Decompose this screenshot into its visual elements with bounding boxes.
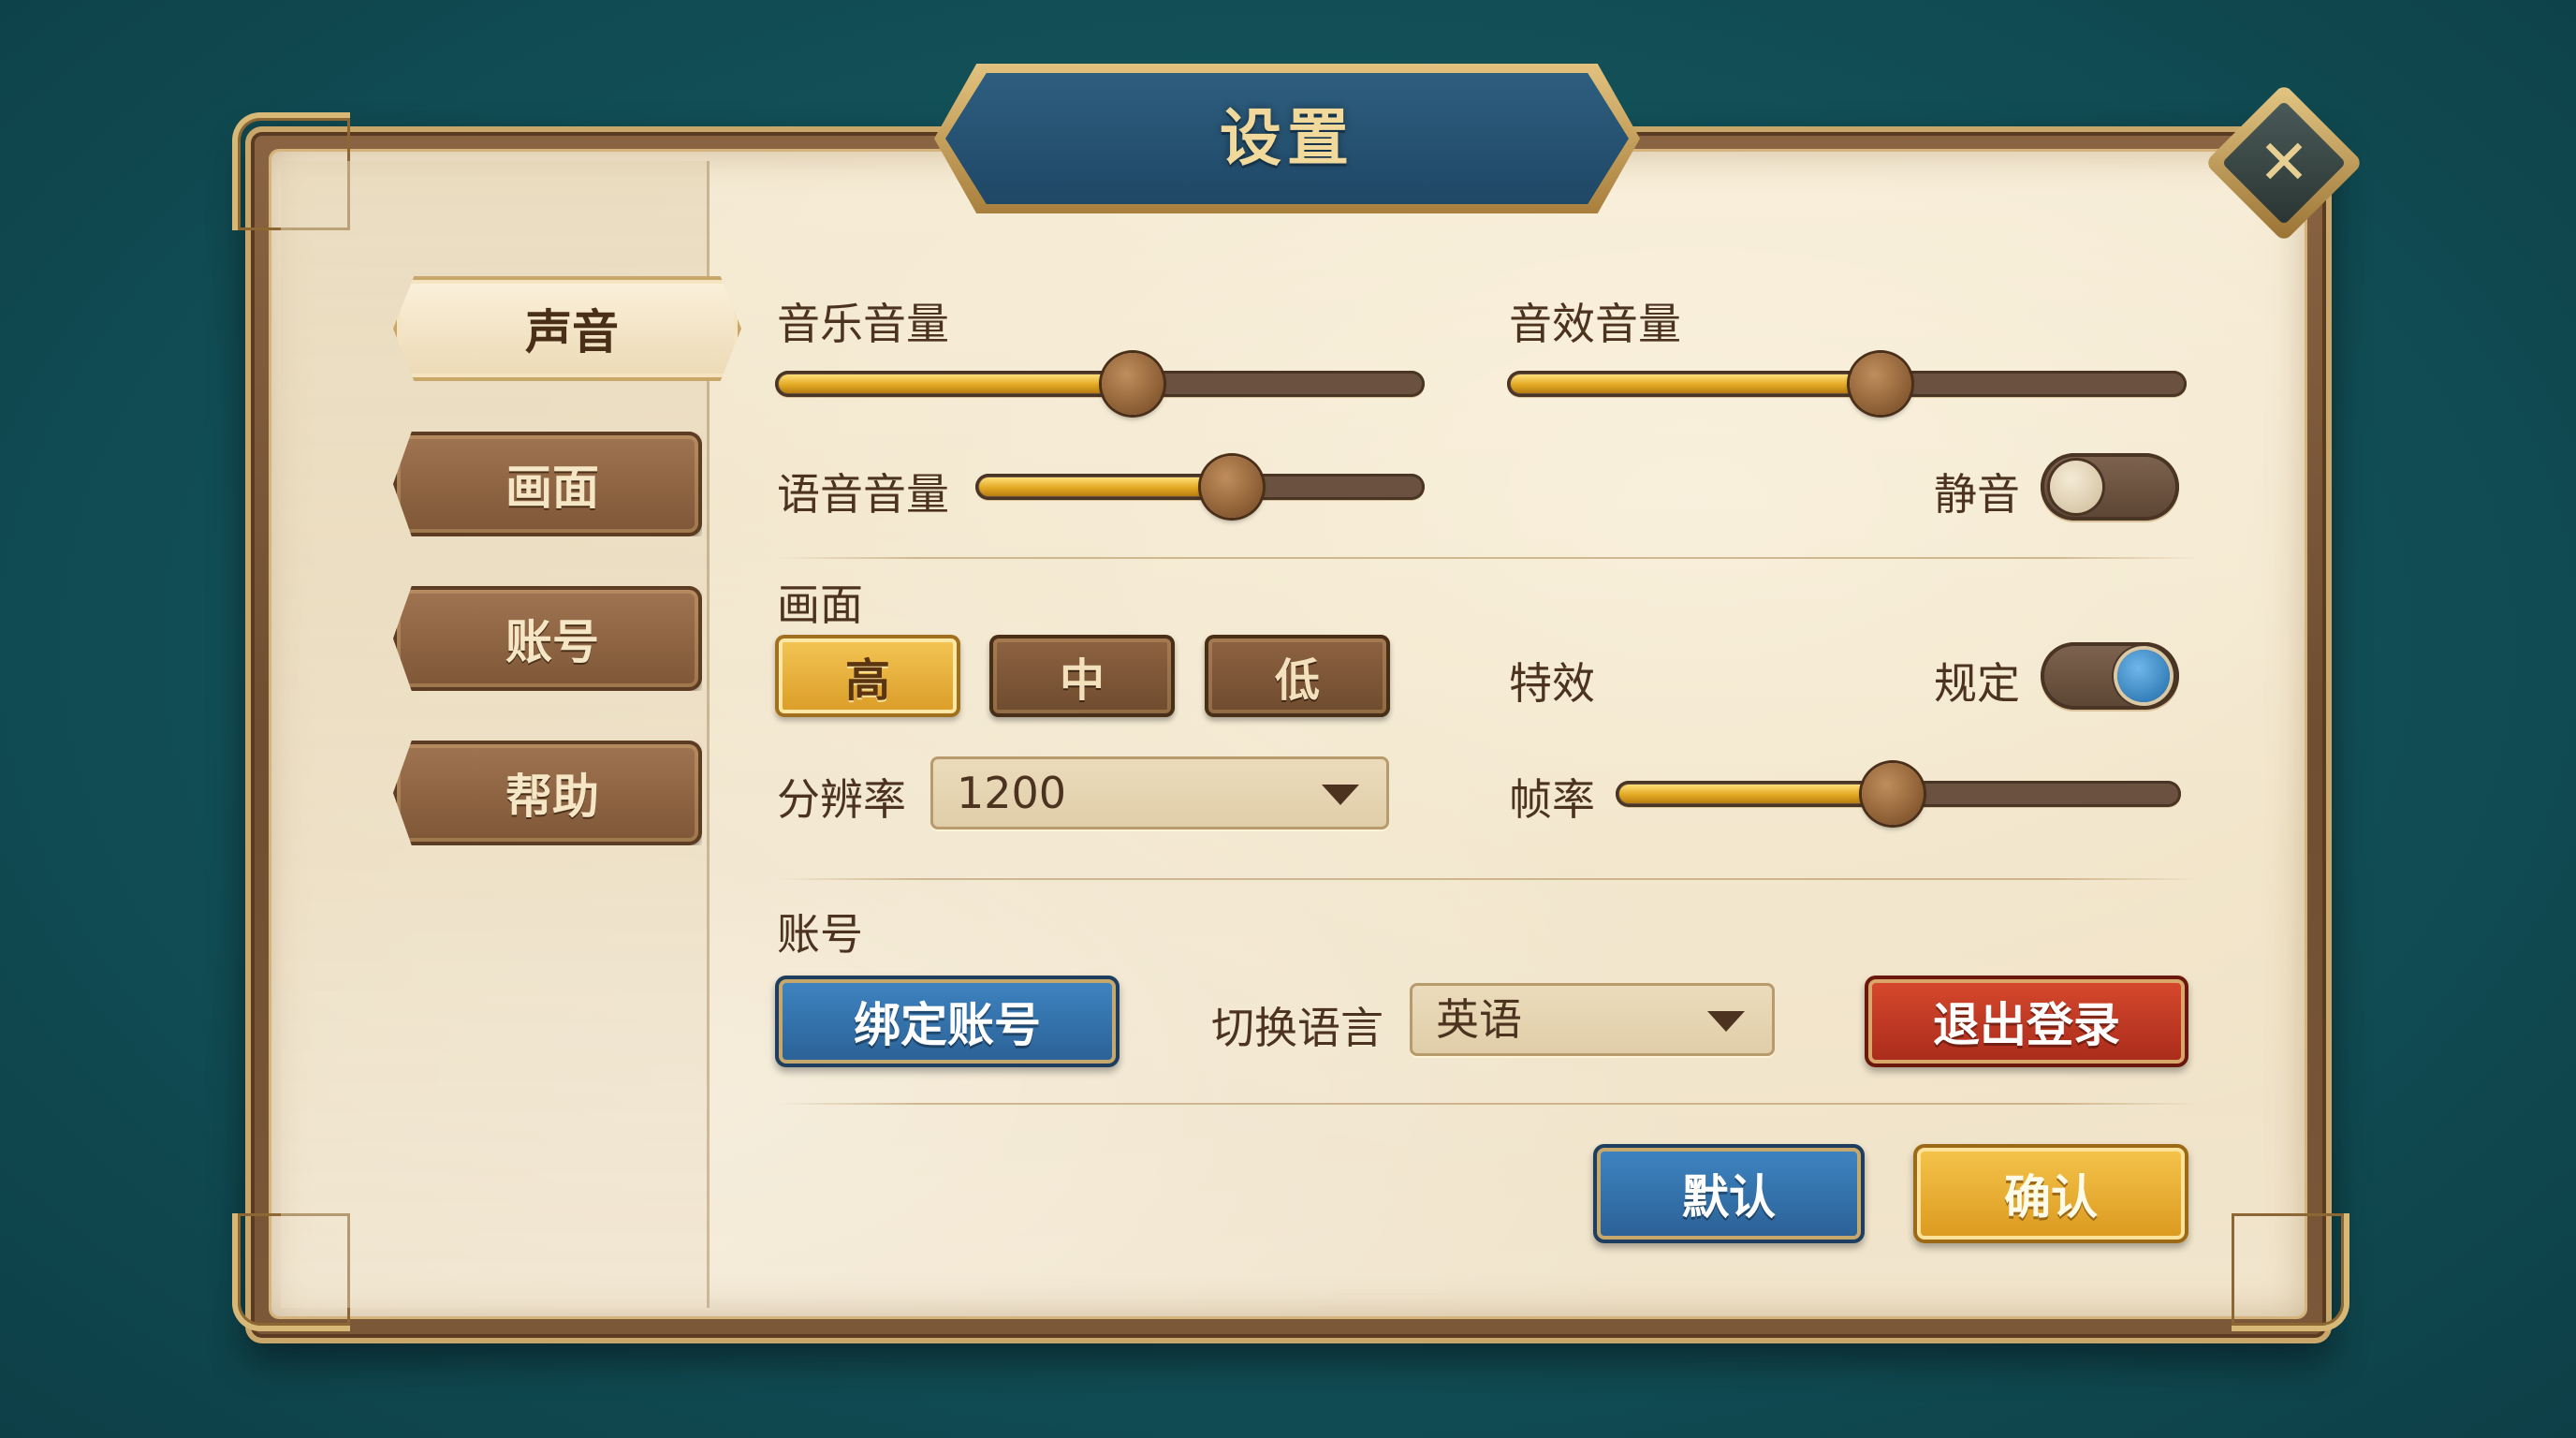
framerate-fill bbox=[1619, 785, 1893, 803]
voice-volume-fill bbox=[979, 477, 1232, 496]
voice-volume-label: 语音音量 bbox=[777, 469, 949, 520]
logout-button[interactable]: 退出登录 bbox=[1865, 976, 2188, 1067]
quality-low-button[interactable]: 低 bbox=[1205, 635, 1390, 717]
mute-toggle-knob bbox=[2050, 461, 2102, 513]
music-volume-knob[interactable] bbox=[1102, 353, 1164, 415]
chevron-down-icon bbox=[1322, 785, 1359, 805]
logout-label: 退出登录 bbox=[1933, 998, 2120, 1052]
language-dropdown[interactable]: 英语 bbox=[1410, 983, 1775, 1056]
page-title: 设置 bbox=[1220, 102, 1354, 174]
resolution-label: 分辨率 bbox=[777, 774, 906, 825]
tab-account-label: 账号 bbox=[505, 615, 599, 669]
effects-label: 特效 bbox=[1509, 658, 1595, 709]
bind-account-label: 绑定账号 bbox=[854, 998, 1041, 1052]
graphics-section-title: 画面 bbox=[777, 580, 863, 630]
framerate-label: 帧率 bbox=[1509, 774, 1595, 825]
tab-graphics[interactable]: 画面 bbox=[393, 432, 702, 536]
music-volume-label: 音乐音量 bbox=[777, 299, 949, 349]
quality-medium-label: 中 bbox=[1059, 654, 1105, 707]
resolution-value: 1200 bbox=[957, 768, 1067, 818]
mute-label: 静音 bbox=[1934, 469, 2020, 520]
tab-help-label: 帮助 bbox=[505, 770, 599, 824]
language-value: 英语 bbox=[1436, 994, 1522, 1045]
default-label: 默认 bbox=[1682, 1170, 1776, 1225]
sfx-volume-fill bbox=[1511, 374, 1881, 393]
frame-corner-ornament bbox=[2232, 1213, 2349, 1331]
quality-low-label: 低 bbox=[1274, 654, 1320, 707]
bind-account-button[interactable]: 绑定账号 bbox=[775, 976, 1120, 1067]
voice-volume-slider[interactable] bbox=[975, 456, 1425, 518]
effects-mode-label: 规定 bbox=[1934, 658, 2020, 709]
tab-sound-label: 声音 bbox=[525, 305, 619, 360]
framerate-slider[interactable] bbox=[1616, 763, 2181, 825]
section-divider bbox=[777, 878, 2200, 880]
account-section-title: 账号 bbox=[777, 909, 863, 960]
effects-toggle-knob bbox=[2117, 650, 2170, 702]
effects-toggle[interactable] bbox=[2041, 642, 2179, 710]
confirm-label: 确认 bbox=[2004, 1170, 2098, 1225]
framerate-knob[interactable] bbox=[1862, 763, 1924, 825]
default-button[interactable]: 默认 bbox=[1593, 1144, 1865, 1243]
tab-graphics-label: 画面 bbox=[505, 461, 599, 515]
chevron-down-icon bbox=[1707, 1011, 1745, 1032]
section-divider bbox=[777, 557, 2200, 559]
quality-high-label: 高 bbox=[844, 654, 890, 707]
tab-sound[interactable]: 声音 bbox=[393, 276, 741, 381]
music-volume-slider[interactable] bbox=[775, 353, 1425, 415]
switch-language-label: 切换语言 bbox=[1211, 1003, 1383, 1053]
section-divider bbox=[777, 1103, 2200, 1105]
tab-account[interactable]: 账号 bbox=[393, 586, 702, 691]
sfx-volume-label: 音效音量 bbox=[1509, 299, 1681, 349]
sfx-volume-knob[interactable] bbox=[1850, 353, 1911, 415]
mute-toggle[interactable] bbox=[2041, 453, 2179, 521]
tab-help[interactable]: 帮助 bbox=[393, 741, 702, 845]
close-icon[interactable]: ✕ bbox=[2228, 107, 2340, 219]
quality-medium-button[interactable]: 中 bbox=[989, 635, 1175, 717]
sfx-volume-slider[interactable] bbox=[1507, 353, 2187, 415]
music-volume-fill bbox=[779, 374, 1133, 393]
resolution-dropdown[interactable]: 1200 bbox=[930, 756, 1389, 829]
quality-high-button[interactable]: 高 bbox=[775, 635, 960, 717]
voice-volume-knob[interactable] bbox=[1201, 456, 1263, 518]
confirm-button[interactable]: 确认 bbox=[1913, 1144, 2188, 1243]
